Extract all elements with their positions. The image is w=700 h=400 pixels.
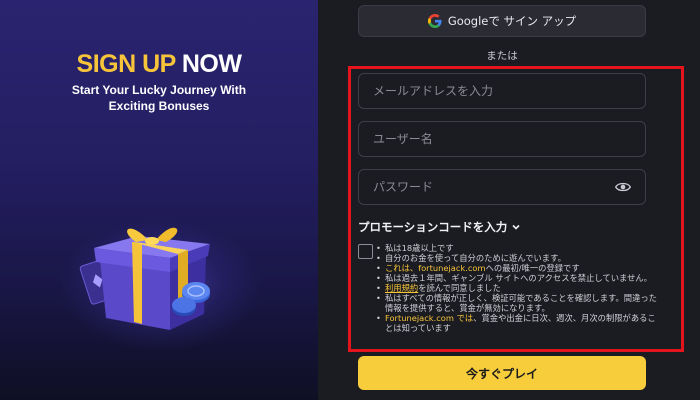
google-signup-button[interactable]: Googleで サイン アップ	[358, 5, 646, 37]
headline-rest: NOW	[181, 50, 242, 78]
password-field-wrapper	[358, 169, 646, 205]
terms-item: 私は18歳以上です	[374, 243, 664, 253]
terms-of-use-link[interactable]: 利用規約	[385, 283, 418, 293]
google-icon	[427, 14, 442, 28]
gift-box-illustration	[78, 190, 238, 350]
email-field-wrapper	[358, 73, 646, 109]
chevron-down-icon	[512, 224, 520, 230]
terms-item: 自分のお金を使って自分のために遊んでいます。	[374, 253, 664, 263]
promo-code-label: プロモーションコードを入力	[358, 220, 508, 234]
promo-code-toggle[interactable]: プロモーションコードを入力	[358, 219, 521, 235]
email-field[interactable]	[373, 84, 631, 98]
username-field-wrapper	[358, 121, 646, 157]
username-field[interactable]	[373, 132, 631, 146]
terms-item: 私は過去１年間、ギャンブル サイトへのアクセスを禁止していません。	[374, 273, 664, 283]
promo-subtitle-line1: Start Your Lucky Journey With	[71, 83, 247, 97]
password-field[interactable]	[373, 180, 615, 194]
terms-item: これは、fortunejack.comへの最初/唯一の登録です	[374, 263, 664, 273]
promo-panel: SIGN UP NOW Start Your Lucky Journey Wit…	[0, 0, 318, 400]
google-signup-label: Googleで サイン アップ	[447, 14, 577, 28]
eye-icon[interactable]	[615, 181, 631, 193]
terms-item: Fortunejack.com では、賞金や出金に日次、週次、月次の制限があるこ…	[374, 313, 664, 333]
terms-highlight: Fortunejack.com では	[385, 313, 474, 323]
play-now-button[interactable]: 今すぐプレイ	[358, 356, 646, 390]
terms-list: 私は18歳以上です 自分のお金を使って自分のために遊んでいます。 これは、for…	[374, 243, 664, 333]
promo-subtitle: Start Your Lucky Journey With Exciting B…	[0, 82, 318, 114]
promo-headline: SIGN UP NOW	[0, 50, 318, 79]
divider-or: または	[486, 50, 518, 62]
terms-checkbox[interactable]	[358, 244, 373, 259]
terms-item: 利用規約を読んで同意しました	[374, 283, 664, 293]
terms-text: を読んで同意しました	[418, 283, 501, 293]
promo-subtitle-line2: Exciting Bonuses	[108, 99, 210, 113]
headline-highlight: SIGN UP	[76, 50, 176, 78]
terms-highlight: これは、fortunejack.com	[385, 263, 486, 273]
terms-text: への最初/唯一の登録です	[485, 263, 580, 273]
signup-form-panel: Googleで サイン アップ または プロモーションコードを入力 私は18歳以…	[318, 0, 700, 400]
gift-box-icon	[79, 227, 210, 330]
terms-item: 私はすべての情報が正しく、検証可能であることを確認します。間違った情報を提供する…	[374, 293, 664, 313]
